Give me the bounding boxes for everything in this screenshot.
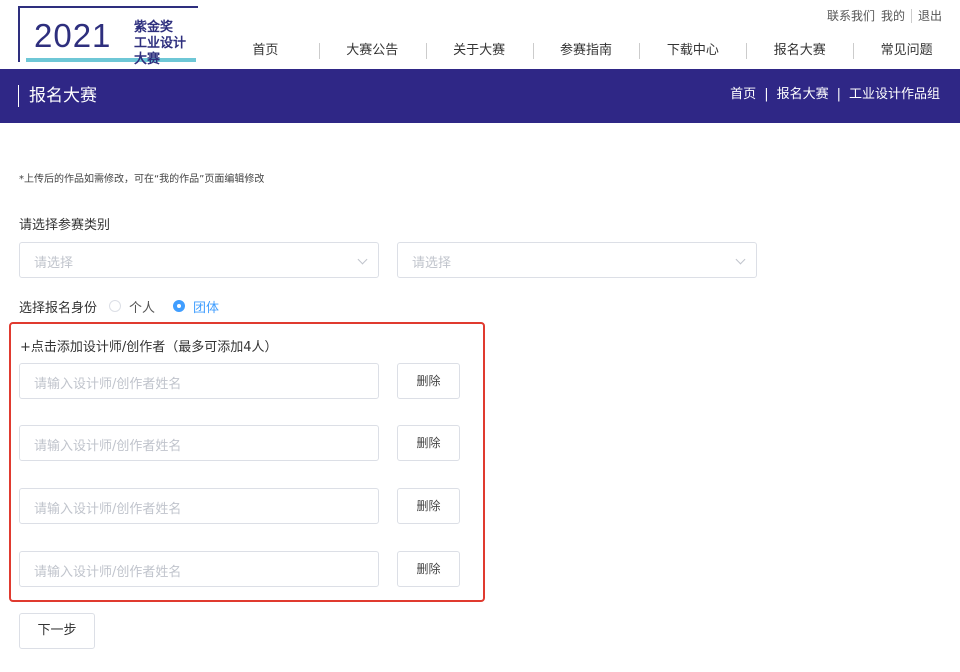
radio-team-label[interactable]: 团体 — [193, 297, 219, 316]
next-step-button[interactable]: 下一步 — [19, 613, 95, 649]
identity-label: 选择报名身份 — [19, 300, 98, 316]
site-logo[interactable]: 2021 紫金奖 工业设计大赛 — [18, 6, 198, 67]
logo-title-line2: 工业设计大赛 — [134, 36, 187, 67]
designer-name-input-4[interactable]: 请输入设计师/创作者姓名 — [19, 551, 379, 587]
nav-item-faq[interactable]: 常见问题 — [853, 40, 960, 62]
logo-title: 紫金奖 工业设计大赛 — [134, 20, 198, 68]
nav-item-home[interactable]: 首页 — [212, 40, 319, 62]
logo-title-line1: 紫金奖 — [134, 20, 174, 35]
radio-individual[interactable] — [109, 300, 122, 312]
page-title: 报名大赛 — [18, 85, 97, 107]
delete-designer-button-3[interactable]: 删除 — [397, 488, 460, 524]
delete-designer-button-2[interactable]: 删除 — [397, 425, 460, 461]
input-placeholder: 请输入设计师/创作者姓名 — [34, 565, 182, 580]
radio-team[interactable] — [173, 300, 186, 312]
nav-item-about[interactable]: 关于大赛 — [425, 40, 533, 62]
breadcrumb-current: 工业设计作品组 — [848, 87, 940, 102]
category-select-secondary[interactable]: 请选择 — [397, 242, 757, 278]
designer-name-input-3[interactable]: 请输入设计师/创作者姓名 — [19, 488, 379, 524]
add-designer-link[interactable]: +点击添加设计师/创作者（最多可添加4人） — [20, 336, 278, 355]
designer-name-input-2[interactable]: 请输入设计师/创作者姓名 — [19, 425, 379, 461]
upload-note: *上传后的作品如需修改，可在“我的作品”页面编辑修改 — [19, 174, 265, 185]
select-placeholder: 请选择 — [34, 256, 74, 271]
identity-row: 选择报名身份 个人 团体 — [19, 296, 237, 316]
delete-designer-button-1[interactable]: 删除 — [397, 363, 460, 399]
top-links: 联系我们 我的 退出 — [827, 7, 942, 24]
logout-link[interactable]: 退出 — [918, 7, 942, 24]
nav-item-announcements[interactable]: 大赛公告 — [318, 40, 426, 62]
chevron-down-icon — [735, 254, 746, 265]
breadcrumb: 首页 | 报名大赛 | 工业设计作品组 — [730, 85, 940, 105]
logo-year: 2021 — [34, 17, 112, 54]
input-placeholder: 请输入设计师/创作者姓名 — [34, 502, 182, 517]
radio-individual-label[interactable]: 个人 — [129, 297, 155, 316]
category-select-primary[interactable]: 请选择 — [19, 242, 379, 278]
breadcrumb-home[interactable]: 首页 — [730, 85, 756, 105]
nav-item-downloads[interactable]: 下载中心 — [639, 40, 746, 62]
category-label: 请选择参赛类别 — [19, 218, 111, 233]
nav-item-register[interactable]: 报名大赛 — [746, 40, 853, 62]
main-nav: 首页 大赛公告 关于大赛 参赛指南 下载中心 报名大赛 常见问题 — [212, 40, 960, 62]
breadcrumb-separator: | — [836, 87, 841, 102]
input-placeholder: 请输入设计师/创作者姓名 — [34, 439, 182, 454]
delete-designer-button-4[interactable]: 删除 — [397, 551, 460, 587]
chevron-down-icon — [357, 254, 368, 265]
designer-name-input-1[interactable]: 请输入设计师/创作者姓名 — [19, 363, 379, 399]
contact-link[interactable]: 联系我们 — [827, 7, 875, 24]
nav-item-guide[interactable]: 参赛指南 — [532, 40, 640, 62]
my-link[interactable]: 我的 — [881, 7, 905, 24]
select-placeholder: 请选择 — [412, 256, 452, 271]
breadcrumb-register[interactable]: 报名大赛 — [777, 85, 829, 105]
input-placeholder: 请输入设计师/创作者姓名 — [34, 377, 182, 392]
divider — [910, 8, 912, 23]
breadcrumb-separator: | — [764, 87, 769, 102]
page-banner: 报名大赛 首页 | 报名大赛 | 工业设计作品组 — [0, 69, 960, 123]
